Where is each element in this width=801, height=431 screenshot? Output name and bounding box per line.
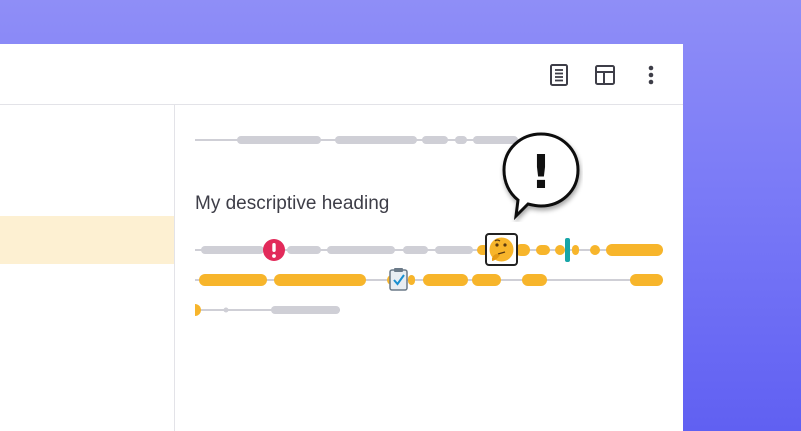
callout-bubble: !: [502, 132, 580, 221]
timeline-row: [195, 268, 663, 291]
toolbar: [0, 44, 683, 105]
document-icon: [550, 64, 568, 86]
more-vertical-icon: [648, 65, 654, 85]
clipboard-check-icon[interactable]: [389, 268, 408, 291]
content-panel: My descriptive heading: [175, 105, 683, 431]
thinking-face-icon[interactable]: [485, 233, 518, 266]
layout-button[interactable]: [590, 60, 620, 90]
document-button[interactable]: [544, 60, 574, 90]
transcript-timeline: [195, 136, 663, 316]
callout-exclamation-icon: !: [531, 145, 552, 199]
sidebar-selected-row[interactable]: [0, 216, 174, 264]
timeline-row: [195, 233, 663, 266]
skeleton-line: [195, 136, 520, 144]
sidebar: [0, 105, 175, 431]
layout-icon: [595, 65, 615, 85]
timeline-row: [195, 304, 340, 316]
more-options-button[interactable]: [636, 60, 666, 90]
alert-icon[interactable]: [263, 239, 285, 261]
app-window: My descriptive heading: [0, 44, 683, 431]
section-heading: My descriptive heading: [195, 193, 390, 214]
